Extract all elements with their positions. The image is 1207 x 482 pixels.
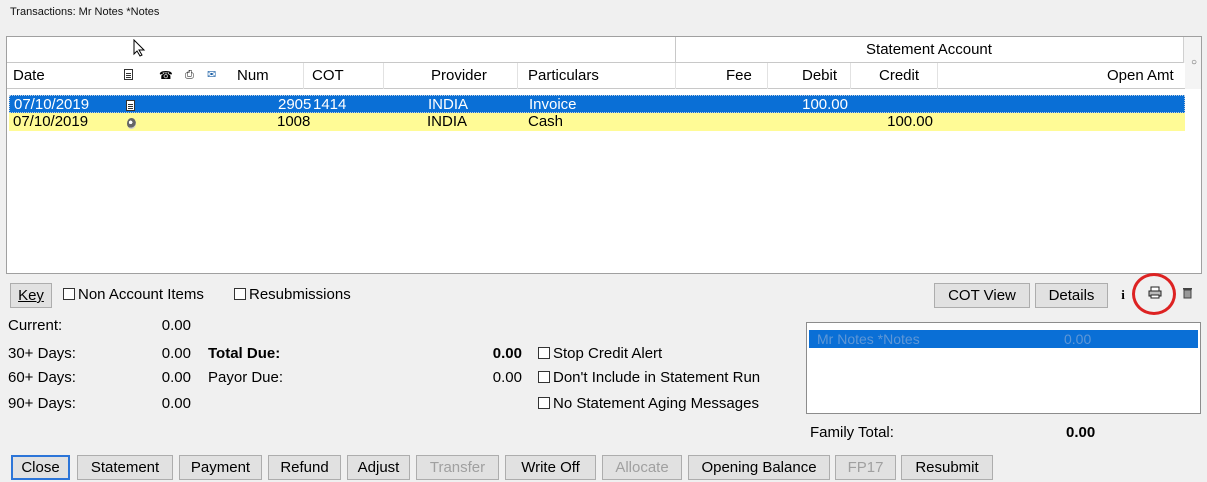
cell-credit: 100.00 — [887, 113, 933, 130]
cell-particulars: Cash — [528, 113, 564, 130]
cell-cot: 1414 — [313, 96, 347, 113]
family-member-name: Mr Notes *Notes — [817, 331, 920, 347]
adjust-button[interactable]: Adjust — [347, 455, 410, 480]
no-aging-messages-label: No Statement Aging Messages — [553, 395, 759, 412]
family-member-amount: 0.00 — [1064, 331, 1092, 347]
no-aging-messages-checkbox[interactable]: No Statement Aging Messages — [538, 395, 759, 412]
payor-due-label: Payor Due: — [208, 369, 284, 386]
adjust-label: Adjust — [357, 459, 400, 476]
checkbox-icon[interactable] — [234, 288, 246, 300]
list-item[interactable]: Mr Notes *Notes 0.00 — [809, 330, 1198, 348]
key-button[interactable]: Key — [10, 283, 52, 308]
column-header-row: Date ☎ ⎙ ✉ Num COT Provider Particulars … — [7, 63, 1185, 89]
cell-date: 07/10/2019 — [13, 113, 89, 130]
details-label: Details — [1048, 287, 1095, 304]
resubmissions-checkbox[interactable]: Resubmissions — [234, 286, 351, 303]
fp17-label: FP17 — [847, 459, 884, 476]
group-header-row: Statement Account — [7, 37, 1201, 63]
cell-provider: INDIA — [428, 96, 469, 113]
60-days-value: 0.00 — [161, 369, 191, 386]
total-due-label: Total Due: — [208, 345, 281, 362]
transfer-label: Transfer — [429, 459, 486, 476]
window-title: Transactions: Mr Notes *Notes — [10, 6, 160, 18]
cell-date: 07/10/2019 — [14, 96, 90, 113]
payment-button[interactable]: Payment — [179, 455, 262, 480]
transactions-grid[interactable]: Statement Account ○ Date ☎ ⎙ ✉ Num COT P… — [6, 36, 1202, 274]
cot-view-label: COT View — [948, 287, 1016, 304]
statement-button[interactable]: Statement — [77, 455, 173, 480]
close-button[interactable]: Close — [11, 455, 70, 480]
resubmit-label: Resubmit — [915, 459, 979, 476]
family-list[interactable]: Mr Notes *Notes 0.00 — [806, 322, 1201, 414]
phone-col-icon[interactable]: ☎ — [159, 69, 173, 82]
60-days-label: 60+ Days: — [8, 369, 76, 386]
statement-account-header: Statement Account — [866, 41, 992, 58]
cell-num: 2905 — [278, 96, 312, 113]
col-debit[interactable]: Debit — [802, 67, 837, 84]
col-credit[interactable]: Credit — [879, 67, 919, 84]
statement-label: Statement — [90, 459, 160, 476]
resubmit-button[interactable]: Resubmit — [901, 455, 993, 480]
fp17-button[interactable]: FP17 — [835, 455, 896, 480]
trash-icon[interactable] — [1176, 283, 1198, 308]
printer-col-icon[interactable]: ⎙ — [185, 69, 194, 82]
col-provider[interactable]: Provider — [431, 67, 487, 84]
col-date[interactable]: Date — [13, 67, 45, 84]
transfer-button[interactable]: Transfer — [416, 455, 499, 480]
stop-credit-alert-label: Stop Credit Alert — [553, 345, 663, 362]
details-button[interactable]: Details — [1035, 283, 1108, 308]
opening-balance-label: Opening Balance — [701, 459, 817, 476]
90-days-value: 0.00 — [161, 395, 191, 412]
payment-label: Payment — [190, 459, 251, 476]
cell-provider: INDIA — [427, 113, 468, 130]
non-account-items-label: Non Account Items — [78, 286, 204, 303]
cell-particulars: Invoice — [529, 96, 577, 113]
allocate-button[interactable]: Allocate — [602, 455, 682, 480]
document-col-icon[interactable] — [124, 67, 133, 84]
email-col-icon[interactable]: ✉ — [207, 68, 216, 81]
dont-include-checkbox[interactable]: Don't Include in Statement Run — [538, 369, 760, 386]
info-icon[interactable]: i — [1112, 283, 1134, 308]
table-row[interactable]: 07/10/2019 2905 1414 INDIA Invoice 100.0… — [9, 95, 1185, 113]
allocate-label: Allocate — [615, 459, 669, 476]
current-label: Current: — [8, 317, 63, 334]
col-particulars[interactable]: Particulars — [528, 67, 599, 84]
mouse-cursor-icon — [133, 38, 147, 61]
payor-due-value: 0.00 — [492, 369, 522, 386]
dont-include-label: Don't Include in Statement Run — [553, 369, 761, 386]
close-label: Close — [21, 459, 60, 476]
checkbox-icon[interactable] — [63, 288, 75, 300]
family-total-label: Family Total: — [810, 424, 894, 441]
cell-num: 1008 — [277, 113, 311, 130]
90-days-label: 90+ Days: — [8, 395, 76, 412]
resubmissions-label: Resubmissions — [249, 286, 351, 303]
col-num[interactable]: Num — [237, 67, 269, 84]
write-off-label: Write Off — [521, 459, 580, 476]
write-off-button[interactable]: Write Off — [505, 455, 596, 480]
table-row[interactable]: 07/10/2019 1008 INDIA Cash 100.00 — [9, 113, 1185, 131]
current-value: 0.00 — [161, 317, 191, 334]
col-fee[interactable]: Fee — [726, 67, 752, 84]
non-account-items-checkbox[interactable]: Non Account Items — [63, 286, 204, 303]
checkbox-icon[interactable] — [538, 347, 550, 359]
30-days-label: 30+ Days: — [8, 345, 76, 362]
stop-credit-alert-checkbox[interactable]: Stop Credit Alert — [538, 345, 662, 362]
annotation-circle — [1132, 273, 1176, 315]
total-due-value: 0.00 — [492, 345, 522, 362]
family-total-value: 0.00 — [1066, 424, 1096, 441]
refund-button[interactable]: Refund — [268, 455, 341, 480]
refund-label: Refund — [280, 459, 329, 476]
opening-balance-button[interactable]: Opening Balance — [688, 455, 830, 480]
key-button-label: Key — [18, 287, 44, 304]
checkbox-icon[interactable] — [538, 371, 550, 383]
cot-view-button[interactable]: COT View — [934, 283, 1030, 308]
cell-debit: 100.00 — [802, 96, 848, 113]
col-cot[interactable]: COT — [312, 67, 344, 84]
coin-icon — [127, 116, 136, 134]
30-days-value: 0.00 — [161, 345, 191, 362]
checkbox-icon[interactable] — [538, 397, 550, 409]
grid-scroll-up[interactable]: ○ — [1183, 37, 1201, 89]
col-open-amt[interactable]: Open Amt — [1107, 67, 1174, 84]
